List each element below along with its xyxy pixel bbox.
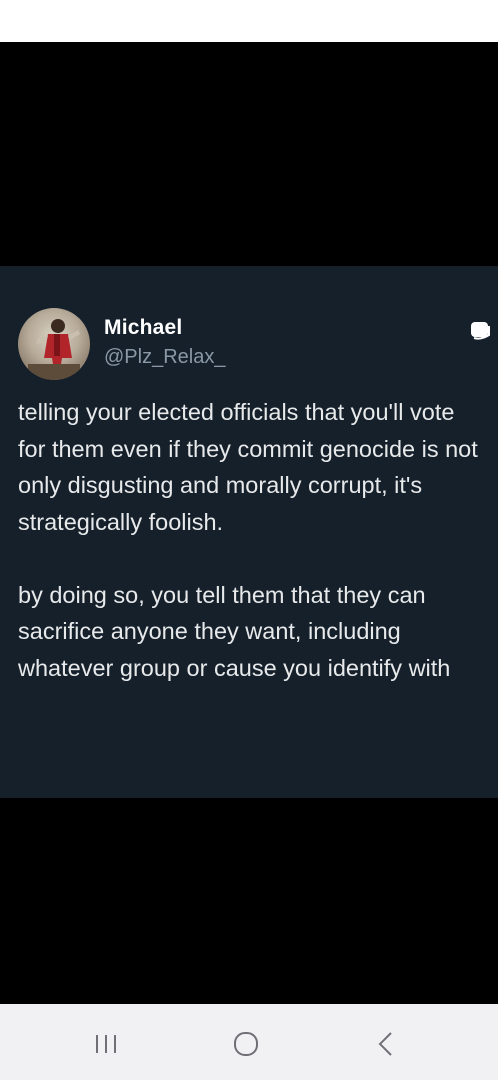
- tweet-paragraph: telling your elected officials that you'…: [18, 399, 478, 535]
- back-icon[interactable]: [366, 1024, 406, 1064]
- avatar[interactable]: [18, 308, 90, 380]
- recent-apps-icon[interactable]: [86, 1024, 126, 1064]
- home-icon[interactable]: [226, 1024, 266, 1064]
- display-name[interactable]: Michael: [104, 316, 182, 340]
- overflow-menu-icon[interactable]: [468, 318, 492, 342]
- tweet-paragraph: by doing so, you tell them that they can…: [18, 581, 451, 681]
- avatar-figure: [28, 319, 80, 380]
- system-nav-bar: [0, 1004, 498, 1080]
- tweet-body: telling your elected officials that you'…: [18, 394, 488, 686]
- tweet-card: Michael @Plz_Relax_ telling your elected…: [0, 266, 498, 798]
- status-bar: [0, 0, 498, 42]
- letterbox-bottom: [0, 798, 498, 1004]
- letterbox-top: [0, 42, 498, 266]
- user-handle[interactable]: @Plz_Relax_: [104, 346, 225, 369]
